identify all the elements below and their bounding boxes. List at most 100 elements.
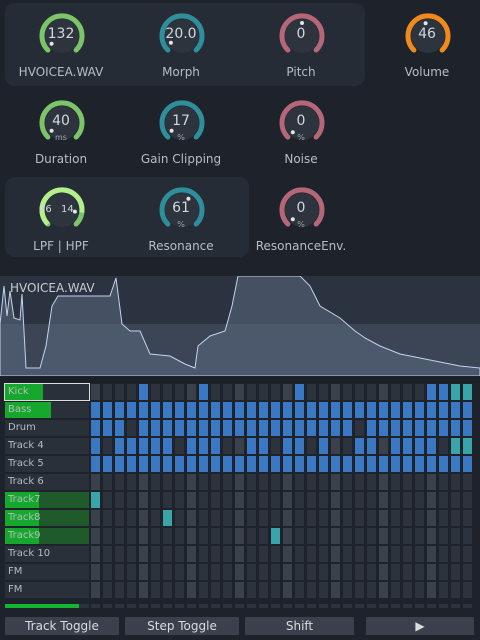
step-cell[interactable]	[247, 420, 256, 436]
step-cell[interactable]	[355, 492, 364, 508]
step-cell[interactable]	[199, 510, 208, 526]
step-cell[interactable]	[307, 438, 316, 454]
step-cell[interactable]	[139, 402, 148, 418]
step-cell[interactable]	[379, 546, 388, 562]
step-cell[interactable]	[139, 582, 148, 598]
step-cell[interactable]	[91, 402, 100, 418]
track-9[interactable]: Track9	[5, 528, 89, 544]
step-cell[interactable]	[319, 456, 328, 472]
step-cell[interactable]	[235, 438, 244, 454]
step-cell[interactable]	[463, 456, 472, 472]
step-cell[interactable]	[295, 384, 304, 400]
step-cell[interactable]	[223, 402, 232, 418]
step-cell[interactable]	[235, 582, 244, 598]
step-cell[interactable]	[367, 528, 376, 544]
step-cell[interactable]	[115, 456, 124, 472]
step-cell[interactable]	[427, 402, 436, 418]
step-cell[interactable]	[91, 384, 100, 400]
step-cell[interactable]	[427, 492, 436, 508]
step-cell[interactable]	[103, 456, 112, 472]
step-cell[interactable]	[355, 384, 364, 400]
step-cell[interactable]	[91, 420, 100, 436]
step-cell[interactable]	[175, 546, 184, 562]
step-cell[interactable]	[199, 402, 208, 418]
step-cell[interactable]	[187, 402, 196, 418]
step-cell[interactable]	[115, 402, 124, 418]
step-cell[interactable]	[427, 420, 436, 436]
knob-morph[interactable]: 20.0 Morph	[121, 3, 241, 89]
step-cell[interactable]	[127, 474, 136, 490]
knob-gain_clipping[interactable]: 17 % Gain Clipping	[121, 90, 241, 176]
step-cell[interactable]	[307, 420, 316, 436]
step-cell[interactable]	[415, 510, 424, 526]
step-cell[interactable]	[355, 582, 364, 598]
step-cell[interactable]	[331, 420, 340, 436]
step-cell[interactable]	[211, 474, 220, 490]
step-cell[interactable]	[259, 420, 268, 436]
step-cell[interactable]	[115, 438, 124, 454]
step-cell[interactable]	[283, 474, 292, 490]
step-cell[interactable]	[175, 564, 184, 580]
step-cell[interactable]	[451, 546, 460, 562]
step-cell[interactable]	[259, 456, 268, 472]
step-cell[interactable]	[127, 438, 136, 454]
step-cell[interactable]	[391, 582, 400, 598]
step-cell[interactable]	[379, 492, 388, 508]
step-cell[interactable]	[163, 582, 172, 598]
step-cell[interactable]	[247, 546, 256, 562]
step-cell[interactable]	[331, 564, 340, 580]
step-cell[interactable]	[367, 438, 376, 454]
step-cell[interactable]	[247, 438, 256, 454]
step-cell[interactable]	[403, 456, 412, 472]
step-cell[interactable]	[211, 384, 220, 400]
step-cell[interactable]	[175, 510, 184, 526]
step-cell[interactable]	[187, 492, 196, 508]
step-cell[interactable]	[427, 474, 436, 490]
step-cell[interactable]	[259, 492, 268, 508]
step-cell[interactable]	[199, 492, 208, 508]
step-cell[interactable]	[139, 492, 148, 508]
step-cell[interactable]	[319, 564, 328, 580]
step-cell[interactable]	[139, 384, 148, 400]
step-cell[interactable]	[463, 582, 472, 598]
step-cell[interactable]	[391, 420, 400, 436]
step-cell[interactable]	[211, 546, 220, 562]
step-cell[interactable]	[247, 564, 256, 580]
knob-noise[interactable]: 0 % Noise	[241, 90, 361, 176]
knob-filter[interactable]: 86 14 LPF | HPF	[1, 177, 121, 263]
step-cell[interactable]	[295, 564, 304, 580]
step-cell[interactable]	[151, 546, 160, 562]
step-cell[interactable]	[439, 402, 448, 418]
step-cell[interactable]	[283, 492, 292, 508]
step-cell[interactable]	[235, 546, 244, 562]
step-cell[interactable]	[151, 564, 160, 580]
step-cell[interactable]	[331, 384, 340, 400]
step-cell[interactable]	[163, 492, 172, 508]
step-cell[interactable]	[415, 402, 424, 418]
step-cell[interactable]	[127, 510, 136, 526]
step-cell[interactable]	[127, 528, 136, 544]
step-cell[interactable]	[451, 456, 460, 472]
step-cell[interactable]	[331, 528, 340, 544]
step-cell[interactable]	[367, 546, 376, 562]
step-cell[interactable]	[115, 510, 124, 526]
step-cell[interactable]	[223, 546, 232, 562]
step-cell[interactable]	[307, 384, 316, 400]
step-cell[interactable]	[151, 528, 160, 544]
step-cell[interactable]	[91, 582, 100, 598]
track-6[interactable]: Track 6	[5, 474, 89, 490]
step-cell[interactable]	[103, 528, 112, 544]
step-cell[interactable]	[463, 474, 472, 490]
step-cell[interactable]	[115, 582, 124, 598]
step-cell[interactable]	[247, 456, 256, 472]
step-cell[interactable]	[247, 582, 256, 598]
step-cell[interactable]	[235, 474, 244, 490]
step-cell[interactable]	[427, 456, 436, 472]
step-cell[interactable]	[403, 384, 412, 400]
step-cell[interactable]	[355, 438, 364, 454]
step-cell[interactable]	[223, 528, 232, 544]
step-cell[interactable]	[379, 528, 388, 544]
step-cell[interactable]	[127, 564, 136, 580]
step-cell[interactable]	[211, 420, 220, 436]
step-cell[interactable]	[271, 438, 280, 454]
